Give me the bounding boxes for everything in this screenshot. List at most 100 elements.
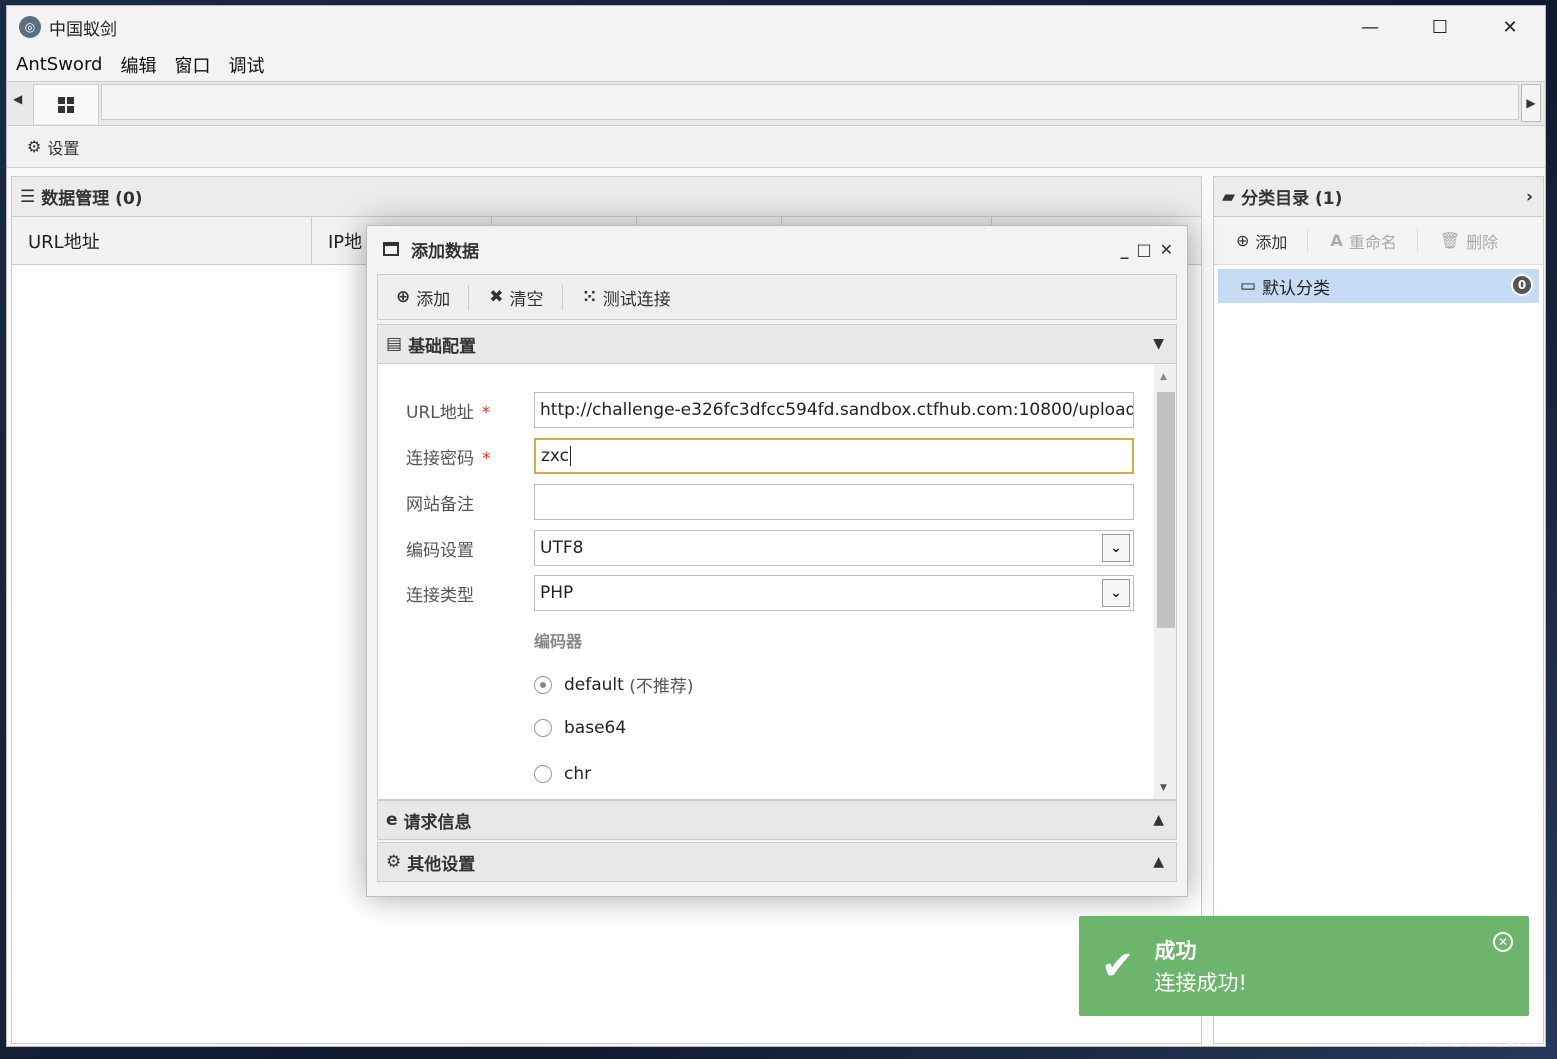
- menu-debug[interactable]: 调试: [228, 52, 264, 78]
- x-icon: ✖: [489, 287, 504, 307]
- window-icon: [383, 242, 399, 256]
- encoder-option-default[interactable]: default (不推荐): [534, 672, 694, 697]
- menu-window[interactable]: 窗口: [174, 52, 210, 78]
- encoder-chr-label: chr: [564, 764, 592, 784]
- encoder-default-hint: (不推荐): [629, 677, 694, 697]
- toast-title: 成功: [1154, 939, 1197, 963]
- cogs-icon: ⚙: [386, 852, 402, 872]
- category-rename-label: 重命名: [1348, 232, 1397, 252]
- dialog-maximize-icon[interactable]: □: [1136, 240, 1151, 259]
- encoding-value: UTF8: [540, 538, 584, 558]
- folder-open-icon: ▭: [1240, 276, 1257, 296]
- url-required-mark: *: [481, 402, 491, 423]
- tab-strip: [101, 84, 1519, 120]
- minimize-button[interactable]: —: [1335, 6, 1405, 48]
- password-input[interactable]: zxc: [534, 438, 1134, 474]
- gear-icon: ⚙: [27, 137, 42, 156]
- password-row: 连接密码 * zxc: [378, 438, 1134, 474]
- list-icon: ☰: [20, 186, 36, 207]
- section-other-title: 其他设置: [407, 854, 476, 875]
- category-panel-header: ▰ 分类目录 (1) ›: [1214, 177, 1543, 217]
- tab-home[interactable]: [33, 84, 99, 124]
- maximize-button[interactable]: ☐: [1405, 6, 1475, 48]
- radio-default[interactable]: [534, 675, 552, 694]
- dialog-test-label: 测试连接: [602, 289, 671, 310]
- settings-button[interactable]: 设置: [47, 135, 79, 159]
- column-url[interactable]: URL地址: [12, 216, 312, 265]
- tab-scroll-right-icon[interactable]: ▶: [1521, 84, 1541, 122]
- encoding-label: 编码设置: [406, 540, 474, 561]
- url-label: URL地址: [406, 402, 474, 423]
- window-title: 中国蚁剑: [49, 19, 117, 40]
- scroll-thumb[interactable]: [1157, 392, 1175, 628]
- dialog-toolbar: ⊕ 添加 ✖ 清空 ⁙ 测试连接: [377, 274, 1177, 320]
- url-input[interactable]: http://challenge-e326fc3dfcc594fd.sandbo…: [534, 392, 1134, 428]
- encoder-label: 编码器: [534, 632, 583, 651]
- close-button[interactable]: ✕: [1475, 6, 1545, 48]
- trash-icon: 🗑: [1439, 231, 1461, 250]
- data-panel-title: 数据管理 (0): [41, 189, 143, 209]
- tab-bar: ◀ ▶: [7, 82, 1545, 126]
- category-add-button[interactable]: ⊕ 添加: [1236, 228, 1309, 253]
- file-text-icon: ▤: [386, 334, 403, 354]
- plus-circle-icon: ⊕: [1236, 231, 1250, 250]
- type-select[interactable]: PHP ⌄: [534, 575, 1134, 611]
- dialog-clear-label: 清空: [509, 289, 544, 310]
- note-label: 网站备注: [406, 494, 474, 515]
- scroll-down-icon[interactable]: ▼: [1160, 783, 1167, 793]
- encoder-option-chr[interactable]: chr: [534, 764, 591, 784]
- password-label: 连接密码: [406, 448, 474, 469]
- font-icon: A: [1330, 231, 1343, 250]
- dialog-close-icon[interactable]: ✕: [1160, 240, 1173, 259]
- url-row: URL地址 * http://challenge-e326fc3dfcc594fd…: [378, 392, 1134, 428]
- encoding-row: 编码设置 UTF8 ⌄: [378, 530, 1134, 566]
- antsword-logo-icon: ◎: [19, 16, 41, 38]
- category-count-badge: 0: [1511, 274, 1533, 296]
- spinner-icon: ⁙: [582, 287, 597, 307]
- password-required-mark: *: [482, 448, 491, 469]
- main-toolbar: ⚙ 设置: [7, 126, 1545, 168]
- plus-circle-icon: ⊕: [396, 287, 411, 307]
- dialog-add-button[interactable]: ⊕ 添加: [396, 284, 470, 310]
- form-scrollbar[interactable]: ▲ ▼: [1154, 364, 1176, 799]
- category-rename-button[interactable]: A 重命名: [1330, 228, 1418, 253]
- menu-antsword[interactable]: AntSword: [16, 54, 102, 75]
- password-value: zxc: [541, 446, 570, 466]
- chevron-down-icon[interactable]: ⌄: [1102, 579, 1130, 607]
- section-basic-config-header[interactable]: ▤ 基础配置 ▼: [377, 324, 1177, 364]
- dialog-test-connection-button[interactable]: ⁙ 测试连接: [583, 285, 689, 310]
- text-cursor: [570, 446, 572, 466]
- collapse-panel-icon[interactable]: ›: [1526, 187, 1533, 207]
- chevron-down-icon[interactable]: ⌄: [1102, 534, 1130, 562]
- data-panel-header: ☰ 数据管理 (0): [12, 177, 1201, 217]
- section-basic-title: 基础配置: [408, 336, 477, 357]
- watermark: CSDN @张张@2005: [1405, 1032, 1541, 1048]
- toast-close-icon[interactable]: ✕: [1493, 932, 1513, 952]
- radio-chr[interactable]: [534, 765, 552, 783]
- dialog-minimize-icon[interactable]: _: [1120, 240, 1128, 259]
- toast-message: 连接成功!: [1154, 971, 1247, 995]
- type-label: 连接类型: [406, 585, 474, 606]
- add-data-dialog: 添加数据 _ □ ✕ ⊕ 添加 ✖ 清空 ⁙ 测试连接 ▤ 基础配置 ▼ URL…: [366, 225, 1188, 897]
- menu-edit[interactable]: 编辑: [120, 52, 156, 78]
- encoding-select[interactable]: UTF8 ⌄: [534, 530, 1134, 566]
- tab-scroll-left-icon[interactable]: ◀: [13, 92, 22, 106]
- menu-bar: AntSword 编辑 窗口 调试: [7, 48, 1545, 82]
- scroll-up-icon[interactable]: ▲: [1160, 372, 1167, 382]
- dialog-clear-button[interactable]: ✖ 清空: [489, 284, 563, 310]
- category-delete-button[interactable]: 🗑 删除: [1440, 229, 1518, 253]
- grid-icon: [58, 96, 74, 113]
- basic-config-body: URL地址 * http://challenge-e326fc3dfcc594fd…: [377, 364, 1177, 800]
- category-item-label: 默认分类: [1262, 278, 1331, 299]
- dialog-title-bar[interactable]: 添加数据 _ □ ✕: [367, 226, 1187, 272]
- radio-base64[interactable]: [534, 719, 552, 737]
- folder-icon: ▰: [1222, 186, 1236, 207]
- note-input[interactable]: [534, 484, 1134, 520]
- category-item-default[interactable]: ▭ 默认分类 0: [1218, 269, 1539, 303]
- section-other-header[interactable]: ⚙ 其他设置 ▲: [377, 842, 1177, 882]
- section-request-header[interactable]: e 请求信息 ▲: [377, 800, 1177, 840]
- note-row: 网站备注: [378, 484, 1134, 520]
- edge-icon: e: [386, 810, 398, 830]
- encoder-option-base64[interactable]: base64: [534, 718, 626, 738]
- dialog-title: 添加数据: [411, 241, 479, 262]
